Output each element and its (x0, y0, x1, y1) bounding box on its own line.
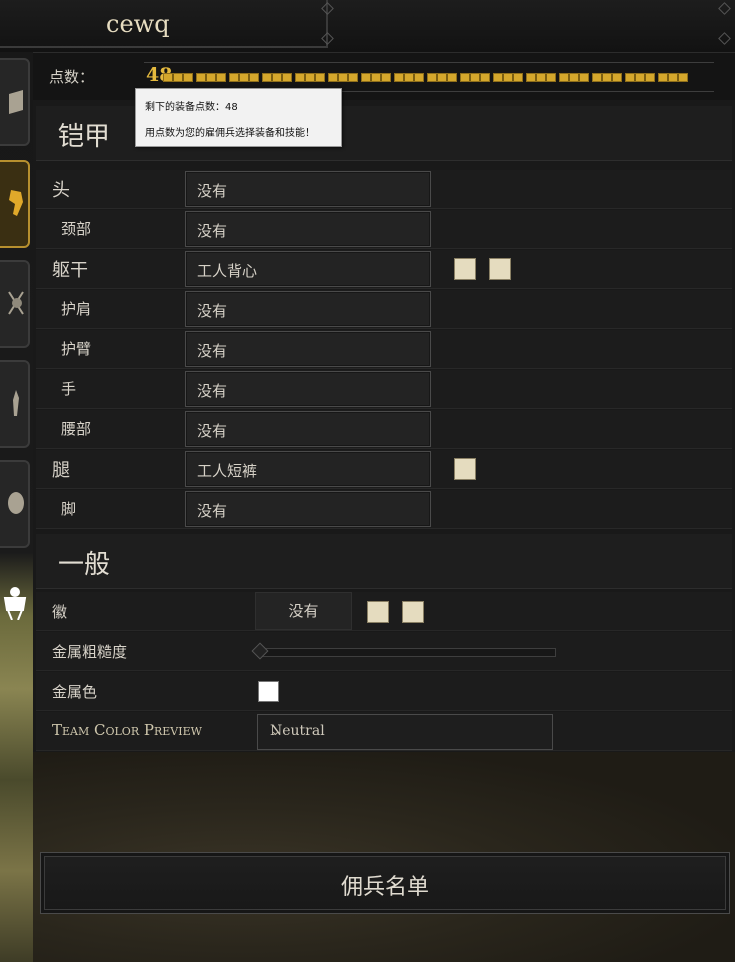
armor-slot-value: 没有 (197, 382, 228, 400)
armor-slot-value: 没有 (197, 422, 228, 440)
armor-slot-row: 护臂 没有 (36, 330, 732, 369)
armor-slot-label: 护肩 (61, 300, 92, 318)
armor-slot-field[interactable]: 没有 (185, 371, 431, 407)
tooltip-line-1: 剩下的装备点数：48 (145, 102, 238, 113)
mercenary-roster-button[interactable]: 佣兵名单 (40, 852, 730, 914)
roughness-label: 金属粗糙度 (52, 643, 128, 661)
tab-armor[interactable] (0, 160, 30, 248)
point-pip (559, 73, 589, 82)
point-pip (592, 73, 622, 82)
emblem-color-swatch[interactable] (402, 601, 424, 623)
metal-color-swatch[interactable] (258, 681, 279, 702)
left-tab-strip (0, 52, 33, 962)
roughness-slider[interactable] (251, 642, 556, 660)
emblem-label: 徽 (52, 603, 68, 621)
team-color-dropdown[interactable]: Neutral ⌄ (257, 714, 553, 750)
character-icon (3, 587, 27, 620)
tab-weapons[interactable] (0, 260, 30, 348)
armor-slot-label: 颈部 (61, 220, 92, 238)
window-title: cewq (106, 10, 170, 38)
metal-color-label: 金属色 (52, 683, 98, 701)
armor-icon (9, 190, 23, 216)
section-title: 一般 (58, 550, 111, 580)
armor-slot-row: 手 没有 (36, 370, 732, 409)
armor-slot-field[interactable]: 没有 (185, 331, 431, 367)
armor-slot-field[interactable]: 工人短裤 (185, 451, 431, 487)
armor-slot-field[interactable]: 没有 (185, 211, 431, 247)
head-icon (8, 492, 24, 514)
weapons-icon (8, 291, 24, 315)
armor-slot-label: 护臂 (61, 340, 92, 358)
armor-slot-value: 没有 (197, 182, 228, 200)
color-swatch[interactable] (454, 258, 476, 280)
emblem-color-swatch[interactable] (367, 601, 389, 623)
chevron-down-icon: ⌄ (270, 724, 281, 739)
point-pip (361, 73, 391, 82)
armor-slot-value: 没有 (197, 222, 228, 240)
armor-slot-value: 工人背心 (197, 262, 258, 280)
armor-slot-label: 腰部 (61, 420, 92, 438)
armor-slot-field[interactable]: 没有 (185, 491, 431, 527)
tab-map[interactable] (0, 58, 30, 146)
point-pip (295, 73, 325, 82)
roughness-row: 金属粗糙度 (36, 632, 732, 671)
equipment-panel: 铠甲 头没有 颈部 没有 躯干 工人背心 护肩 没有 护臂 没有手没有 腰部 没有腿工人短裤脚没有 … (33, 100, 735, 962)
armor-slot-label: 脚 (61, 500, 77, 518)
armor-slot-field[interactable]: 没有 (185, 291, 431, 327)
armor-slot-field[interactable]: 工人背心 (185, 251, 431, 287)
point-pip (526, 73, 556, 82)
color-swatch[interactable] (489, 258, 511, 280)
title-bar: cewq (0, 0, 735, 53)
armor-slot-value: 没有 (197, 302, 228, 320)
section-title: 铠甲 (58, 122, 111, 152)
armor-slot-value: 没有 (197, 502, 228, 520)
armor-slot-label: 手 (61, 380, 77, 398)
point-pip (229, 73, 259, 82)
color-swatch[interactable] (454, 458, 476, 480)
armor-slot-row: 躯干 工人背心 (36, 250, 732, 289)
ornament-icon (718, 2, 731, 15)
point-pip (196, 73, 226, 82)
armor-slot-label: 躯干 (52, 260, 88, 281)
point-pip (493, 73, 523, 82)
armor-slot-row: 护肩 没有 (36, 290, 732, 329)
emblem-row: 徽 没有 (36, 592, 732, 631)
general-section-header: 一般 (36, 534, 732, 589)
tab-skills[interactable] (0, 360, 30, 448)
skills-icon (13, 390, 19, 416)
armor-slot-value: 没有 (197, 342, 228, 360)
armor-slot-label: 腿 (52, 460, 70, 481)
team-color-label: Team Color Preview (52, 721, 202, 739)
armor-slot-row: 腿 工人短裤 (36, 450, 732, 489)
slider-handle[interactable] (251, 642, 269, 660)
armor-slot-field[interactable]: 没有 (185, 171, 431, 207)
tab-head[interactable] (0, 460, 30, 548)
point-pip (262, 73, 292, 82)
armor-slot-row: 腰部 没有 (36, 410, 732, 449)
armor-slot-label: 头 (52, 180, 70, 201)
point-pip (460, 73, 490, 82)
armor-slot-row: 头 没有 (36, 170, 732, 209)
metal-color-row: 金属色 (36, 672, 732, 711)
point-pip (427, 73, 457, 82)
point-pip (394, 73, 424, 82)
emblem-select-button[interactable]: 没有 (255, 592, 352, 630)
tooltip-line-2: 用点数为您的雇佣兵选择装备和技能！ (145, 128, 315, 139)
team-color-row: Team Color Preview Neutral ⌄ (36, 712, 732, 751)
points-tooltip: 剩下的装备点数：48 用点数为您的雇佣兵选择装备和技能！ (135, 88, 342, 147)
points-pips (163, 73, 688, 82)
point-pip (328, 73, 358, 82)
ornament-icon (718, 32, 731, 45)
armor-slot-value: 工人短裤 (197, 462, 258, 480)
point-pip (163, 73, 193, 82)
armor-slot-field[interactable]: 没有 (185, 411, 431, 447)
point-pip (658, 73, 688, 82)
armor-slot-row: 脚 没有 (36, 490, 732, 529)
armor-slot-row: 颈部 没有 (36, 210, 732, 249)
map-icon (9, 90, 23, 114)
points-label: 点数： (49, 68, 95, 86)
point-pip (625, 73, 655, 82)
roster-button-label: 佣兵名单 (340, 875, 429, 900)
